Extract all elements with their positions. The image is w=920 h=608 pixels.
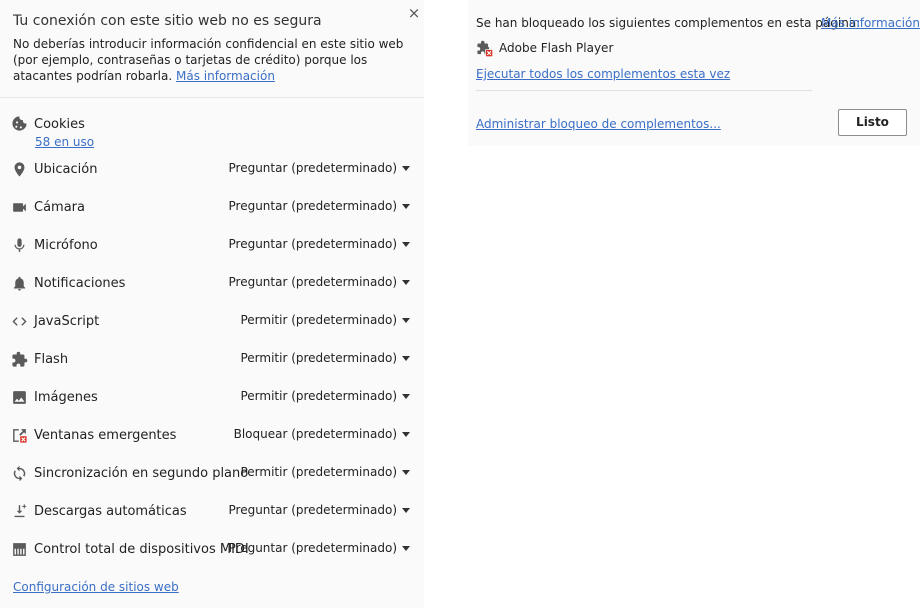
run-all-plugins-link[interactable]: Ejecutar todos los complementos esta vez bbox=[476, 67, 730, 81]
permission-select-camera[interactable]: Preguntar (predeterminado) bbox=[228, 199, 410, 213]
permission-value: Preguntar (predeterminado) bbox=[228, 199, 398, 213]
permission-value: Permitir (predeterminado) bbox=[240, 351, 397, 365]
permission-select-popups[interactable]: Bloquear (predeterminado) bbox=[234, 427, 410, 441]
permission-row-microphone: Micrófono Preguntar (predeterminado) bbox=[0, 231, 424, 261]
divider bbox=[0, 97, 424, 98]
dropdown-caret-icon bbox=[402, 204, 410, 209]
permission-row-javascript: JavaScript Permitir (predeterminado) bbox=[0, 307, 424, 337]
permission-row-downloads: Descargas automáticas Preguntar (predete… bbox=[0, 497, 424, 527]
download-icon bbox=[11, 503, 28, 520]
permission-select-location[interactable]: Preguntar (predeterminado) bbox=[228, 161, 410, 175]
permission-value: Permitir (predeterminado) bbox=[240, 465, 397, 479]
image-icon bbox=[11, 389, 28, 406]
blocked-plugins-bubble: Se han bloqueado los siguientes compleme… bbox=[468, 0, 920, 146]
permission-select-notifications[interactable]: Preguntar (predeterminado) bbox=[228, 275, 410, 289]
permission-value: Preguntar (predeterminado) bbox=[228, 161, 398, 175]
permission-value: Preguntar (predeterminado) bbox=[228, 275, 398, 289]
dropdown-caret-icon bbox=[402, 394, 410, 399]
site-settings-link[interactable]: Configuración de sitios web bbox=[13, 580, 179, 594]
permission-select-images[interactable]: Permitir (predeterminado) bbox=[240, 389, 410, 403]
permission-value: Bloquear (predeterminado) bbox=[233, 427, 397, 441]
dropdown-caret-icon bbox=[402, 508, 410, 513]
location-pin-icon bbox=[11, 161, 28, 178]
blocked-plugins-message: Se han bloqueado los siguientes compleme… bbox=[476, 16, 861, 30]
permission-label: Descargas automáticas bbox=[34, 504, 187, 519]
security-more-info-link[interactable]: Más información bbox=[176, 69, 275, 83]
dropdown-caret-icon bbox=[402, 432, 410, 437]
dropdown-caret-icon bbox=[402, 242, 410, 247]
permission-select-microphone[interactable]: Preguntar (predeterminado) bbox=[228, 237, 410, 251]
sync-icon bbox=[11, 465, 28, 482]
permission-label: Imágenes bbox=[34, 390, 98, 405]
plugin-blocked-icon bbox=[476, 40, 493, 57]
permission-value: Permitir (predeterminado) bbox=[240, 313, 397, 327]
permission-row-images: Imágenes Permitir (predeterminado) bbox=[0, 383, 424, 413]
permission-select-javascript[interactable]: Permitir (predeterminado) bbox=[240, 313, 410, 327]
permission-label: Cámara bbox=[34, 200, 85, 215]
dropdown-caret-icon bbox=[402, 318, 410, 323]
piano-keys-icon bbox=[11, 541, 28, 558]
permission-value: Preguntar (predeterminado) bbox=[228, 541, 398, 555]
permission-row-flash: Flash Permitir (predeterminado) bbox=[0, 345, 424, 375]
cookies-label: Cookies bbox=[34, 117, 85, 132]
permission-select-background-sync[interactable]: Permitir (predeterminado) bbox=[240, 465, 410, 479]
security-description: No deberías introducir información confi… bbox=[13, 36, 408, 84]
permission-label: JavaScript bbox=[34, 314, 100, 329]
dropdown-caret-icon bbox=[402, 470, 410, 475]
cookies-in-use-link[interactable]: 58 en uso bbox=[35, 135, 94, 149]
permission-row-notifications: Notificaciones Preguntar (predeterminado… bbox=[0, 269, 424, 299]
bell-icon bbox=[11, 275, 28, 292]
dropdown-caret-icon bbox=[402, 546, 410, 551]
permission-row-camera: Cámara Preguntar (predeterminado) bbox=[0, 193, 424, 223]
permission-value: Permitir (predeterminado) bbox=[240, 389, 397, 403]
puzzle-piece-icon bbox=[11, 351, 28, 368]
site-info-panel: Tu conexión con este sitio web no es seg… bbox=[0, 0, 424, 608]
permission-value: Preguntar (predeterminado) bbox=[228, 237, 398, 251]
cookies-row: Cookies 58 en uso bbox=[0, 112, 424, 152]
plugin-name: Adobe Flash Player bbox=[499, 41, 614, 55]
microphone-icon bbox=[11, 237, 28, 254]
permission-row-location: Ubicación Preguntar (predeterminado) bbox=[0, 155, 424, 185]
permission-label: Control total de dispositivos MIDI bbox=[34, 542, 249, 557]
dropdown-caret-icon bbox=[402, 356, 410, 361]
close-icon[interactable]: × bbox=[406, 3, 422, 23]
permission-select-flash[interactable]: Permitir (predeterminado) bbox=[240, 351, 410, 365]
permission-label: Sincronización en segundo plano bbox=[34, 466, 249, 481]
permission-select-midi[interactable]: Preguntar (predeterminado) bbox=[228, 541, 410, 555]
permission-value: Preguntar (predeterminado) bbox=[228, 503, 398, 517]
cookie-icon bbox=[11, 115, 28, 132]
more-info-link[interactable]: Más información bbox=[821, 16, 920, 30]
permission-label: Ventanas emergentes bbox=[34, 428, 177, 443]
camera-icon bbox=[11, 199, 28, 216]
permission-row-popups: Ventanas emergentes Bloquear (predetermi… bbox=[0, 421, 424, 451]
code-brackets-icon bbox=[11, 313, 28, 330]
permission-label: Flash bbox=[34, 352, 69, 367]
divider bbox=[476, 90, 812, 91]
done-button[interactable]: Listo bbox=[838, 109, 907, 136]
permission-row-background-sync: Sincronización en segundo plano Permitir… bbox=[0, 459, 424, 489]
permission-row-midi: Control total de dispositivos MIDI Pregu… bbox=[0, 535, 424, 565]
dropdown-caret-icon bbox=[402, 280, 410, 285]
permission-label: Micrófono bbox=[34, 238, 98, 253]
popup-blocked-icon bbox=[11, 427, 28, 444]
manage-plugin-blocking-link[interactable]: Administrar bloqueo de complementos... bbox=[476, 117, 721, 131]
permission-select-downloads[interactable]: Preguntar (predeterminado) bbox=[228, 503, 410, 517]
permission-label: Ubicación bbox=[34, 162, 98, 177]
permission-label: Notificaciones bbox=[34, 276, 126, 291]
dropdown-caret-icon bbox=[402, 166, 410, 171]
security-title: Tu conexión con este sitio web no es seg… bbox=[13, 13, 322, 29]
